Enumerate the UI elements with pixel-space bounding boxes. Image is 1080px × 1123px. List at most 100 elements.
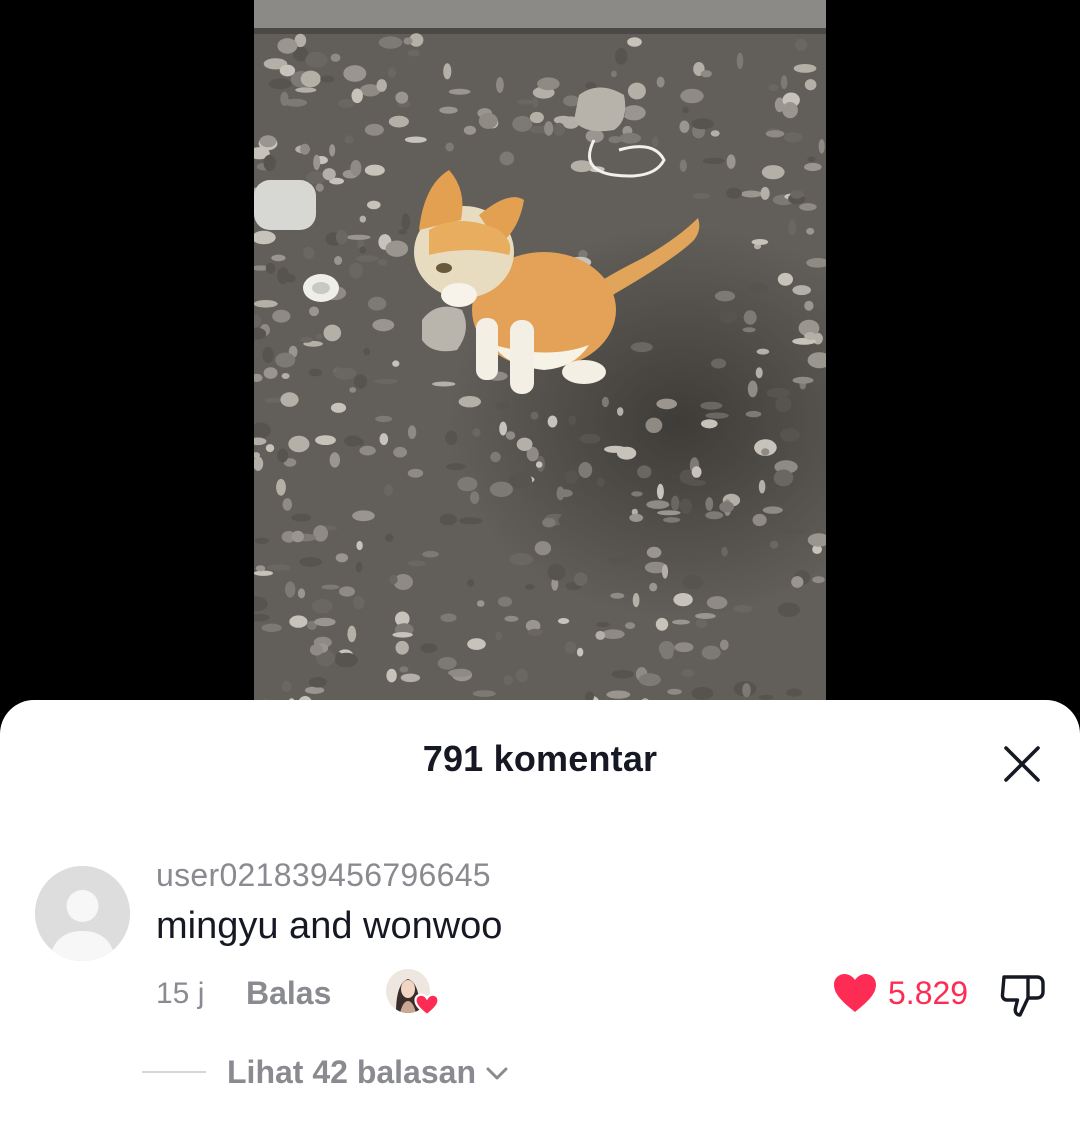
gravel-stone [799,203,817,211]
gravel-stone [350,160,362,177]
gravel-stone [733,605,752,613]
gravel-stone [443,63,452,80]
gravel-stone [780,75,788,90]
gravel-stone [297,588,306,599]
gravel-stone [312,598,333,614]
gravel-stone [769,540,779,549]
gravel-stone [497,596,513,607]
gravel-stone [448,668,472,677]
gravel-stone [611,669,634,679]
gravel-stone [777,272,794,286]
gravel-stone [275,352,296,368]
gravel-stone [557,618,570,624]
video-player[interactable] [254,0,826,710]
gravel-stone [504,615,519,622]
gravel-stone [355,255,379,262]
gravel-stone [761,448,770,456]
gravel-stone [509,553,534,566]
gravel-stone [682,574,704,590]
gravel-stone [280,91,289,106]
gravel-stone [364,123,384,136]
gravel-stone [440,613,457,622]
close-icon [1004,746,1040,782]
gravel-stone [710,130,720,137]
gravel-stone [530,411,539,420]
gravel-stone [573,572,588,586]
gravel-stone [387,67,397,78]
gravel-stone [627,82,646,100]
gravel-stone [395,91,409,104]
gravel-stone [544,121,554,136]
gravel-stone [617,407,624,416]
gravel-stone [627,37,642,47]
gravel-stone [812,576,825,584]
gravel-stone [262,346,274,364]
gravel-stone [775,396,792,413]
like-button[interactable]: 5.829 [832,970,968,1016]
gravel-stone [407,425,417,440]
comment-username[interactable]: user021839456796645 [156,857,491,894]
gravel-stone [499,421,507,436]
gravel-stone [515,668,528,683]
gravel-stone [392,360,400,367]
gravel-stone [777,602,800,618]
gravel-stone [691,686,714,700]
gravel-stone [395,640,409,655]
gravel-stone [790,190,804,199]
view-replies-button[interactable]: Lihat 42 balasan [142,1052,508,1092]
gravel-stone [457,476,478,492]
gravel-stone [355,561,363,573]
gravel-stone [706,596,728,610]
gravel-stone [299,557,322,567]
thumbs-down-icon [1000,975,1045,1017]
gravel-stone [651,136,659,147]
gravel-stone [398,229,408,235]
gravel-stone [338,99,355,108]
gravel-stone [329,144,336,157]
gravel-stone [263,154,276,172]
gravel-stone [378,259,388,266]
gravel-stone [661,564,669,579]
gravel-stone [576,647,584,657]
gravel-stone [271,254,286,262]
gravel-stone [385,533,394,542]
commenter-avatar[interactable] [35,866,130,961]
gravel-stone [467,638,486,650]
gravel-stone [631,491,643,497]
gravel-stone [804,162,822,172]
comment-timestamp: 15 j [156,977,205,1010]
gravel-stone [375,415,393,423]
gravel-stone [671,495,680,511]
gravel-stone [463,125,476,135]
creator-heart-icon [414,993,440,1017]
gravel-stone [818,139,825,154]
gravel-stone [695,618,707,629]
gravel-stone [516,437,533,451]
comments-count-title: 791 komentar [422,738,658,779]
reply-button[interactable]: Balas [246,975,331,1012]
gravel-stone [295,87,317,93]
gravel-stone [755,367,763,379]
gravel-stone [353,374,368,389]
gravel-stone [547,563,566,581]
gravel-stone [401,213,411,230]
gravel-stone [448,88,471,95]
gravel-stone [472,428,481,437]
gravel-stone [437,657,457,670]
gravel-stone [282,498,293,511]
gravel-stone [632,593,640,608]
gravel-stone [277,267,290,285]
gravel-stone [265,262,276,274]
gravel-stone [645,417,663,433]
close-button[interactable] [996,738,1048,790]
gravel-stone [780,428,800,442]
gravel-stone [376,79,387,92]
gravel-stone [527,628,543,636]
gravel-stone [557,489,573,498]
gravel-stone [695,613,716,619]
gravel-stone [266,564,291,571]
dislike-button[interactable] [998,972,1048,1018]
gravel-stone [595,630,606,640]
gravel-stone [751,239,769,245]
gravel-stone [667,688,682,695]
